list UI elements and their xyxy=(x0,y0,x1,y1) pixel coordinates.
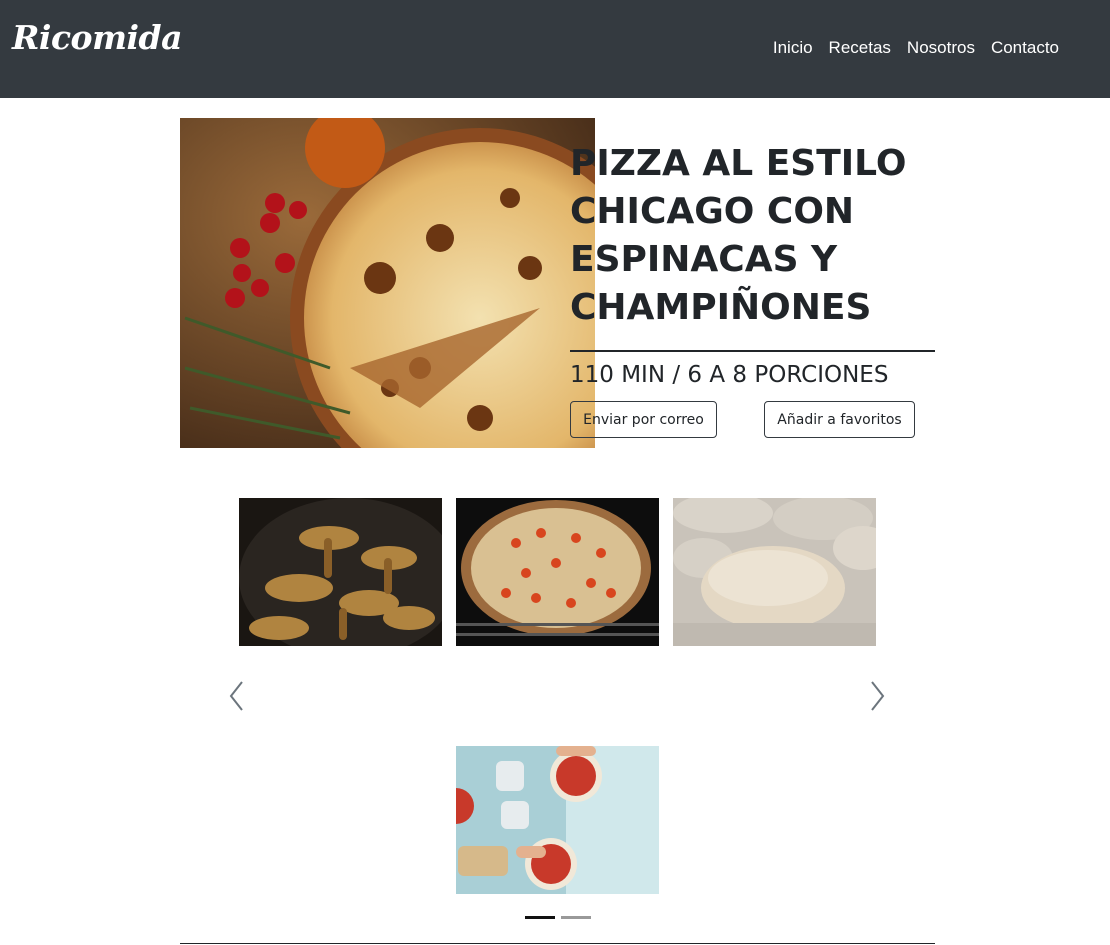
nav-link-recetas[interactable]: Recetas xyxy=(829,38,891,58)
nav-link-nosotros[interactable]: Nosotros xyxy=(907,38,975,58)
nav-link-inicio[interactable]: Inicio xyxy=(773,38,813,58)
carousel-indicators xyxy=(525,916,591,919)
carousel-indicator-1[interactable] xyxy=(525,916,555,919)
carousel-image-dough xyxy=(673,498,876,646)
section-divider xyxy=(180,943,935,944)
carousel-image-pizza-oven xyxy=(456,498,659,646)
title-divider xyxy=(570,350,935,352)
hero-pizza-image xyxy=(180,118,595,448)
carousel-prev-button[interactable] xyxy=(222,678,252,714)
main-nav: Inicio Recetas Nosotros Contacto xyxy=(773,38,1059,58)
recipe-title: PIZZA AL ESTILO CHICAGO CON ESPINACAS Y … xyxy=(570,143,907,328)
brand-logo[interactable]: Ricomida xyxy=(12,18,182,57)
carousel-image-mushrooms xyxy=(239,498,442,646)
chevron-right-icon xyxy=(871,681,885,711)
add-favorite-button[interactable]: Añadir a favoritos xyxy=(764,401,915,438)
chevron-left-icon xyxy=(229,681,243,711)
recipe-meta: 110 MIN / 6 A 8 PORCIONES xyxy=(570,362,889,388)
carousel-next-button[interactable] xyxy=(862,678,892,714)
navbar: Ricomida Inicio Recetas Nosotros Contact… xyxy=(0,0,1110,98)
carousel-image-pizza-prep xyxy=(456,746,659,894)
email-recipe-button[interactable]: Enviar por correo xyxy=(570,401,717,438)
nav-link-contacto[interactable]: Contacto xyxy=(991,38,1059,58)
carousel-indicator-2[interactable] xyxy=(561,916,591,919)
